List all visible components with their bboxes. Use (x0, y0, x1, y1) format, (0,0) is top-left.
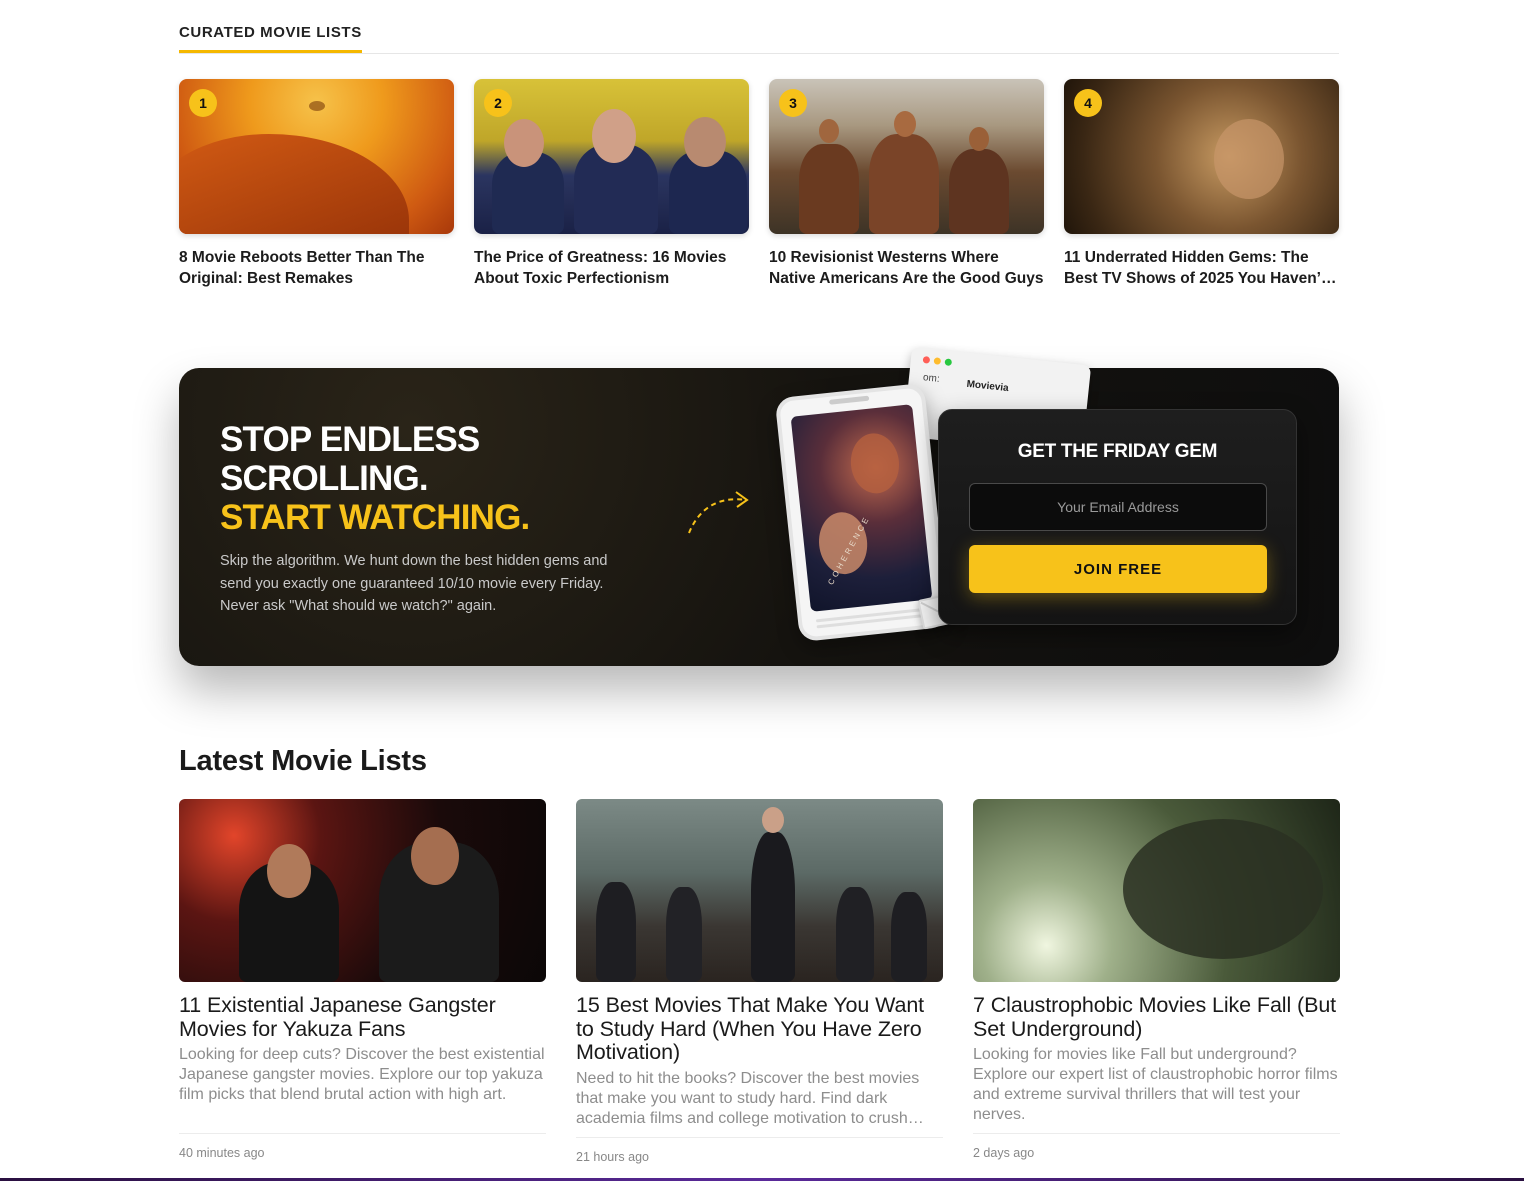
divider (576, 1136, 943, 1138)
latest-description: Need to hit the books? Discover the best… (576, 1069, 920, 1127)
curated-card-1[interactable]: 1 8 Movie Reboots Better Than The Origin… (179, 79, 454, 289)
curated-card-3[interactable]: 3 10 Revisionist Westerns Where Native A… (769, 79, 1044, 289)
latest-title[interactable]: 11 Existential Japanese Gangster Movies … (179, 993, 546, 1041)
timestamp: 40 minutes ago (179, 1146, 265, 1160)
latest-thumbnail-underwater[interactable] (973, 799, 1340, 982)
timestamp: 21 hours ago (576, 1149, 649, 1164)
curved-arrow-icon (688, 491, 749, 534)
signup-form: GET THE FRIDAY GEM JOIN FREE (938, 409, 1297, 625)
curated-title[interactable]: 11 Underrated Hidden Gems: The Best TV S… (1064, 247, 1339, 289)
latest-grid: 11 Existential Japanese Gangster Movies … (179, 799, 1340, 1164)
mail-from-label: om: (922, 372, 941, 385)
headline-line-1: STOP ENDLESS (220, 420, 480, 459)
signup-title: GET THE FRIDAY GEM (1017, 441, 1218, 462)
rank-badge: 4 (1074, 89, 1102, 117)
rank-badge: 3 (779, 89, 807, 117)
curated-section: CURATED MOVIE LISTS 1 8 Movie Reboots Be… (179, 24, 1339, 289)
latest-title[interactable]: 7 Claustrophobic Movies Like Fall (But S… (973, 993, 1340, 1041)
curated-tab: CURATED MOVIE LISTS (179, 24, 1339, 54)
curated-card-2[interactable]: 2 The Price of Greatness: 16 Movies Abou… (474, 79, 749, 289)
latest-heading: Latest Movie Lists (179, 745, 427, 777)
curated-thumbnail-western[interactable]: 3 (769, 79, 1044, 234)
latest-card-3[interactable]: 7 Claustrophobic Movies Like Fall (But S… (973, 799, 1340, 1164)
curated-thumbnail-desert[interactable]: 1 (179, 79, 454, 234)
email-field[interactable] (969, 483, 1267, 531)
curated-thumbnail-wrestlers[interactable]: 2 (474, 79, 749, 234)
headline-line-2: SCROLLING. (220, 459, 429, 498)
latest-card-2[interactable]: 15 Best Movies That Make You Want to Stu… (576, 799, 943, 1164)
movie-poster-image: COHERENCE (790, 404, 933, 612)
curated-grid: 1 8 Movie Reboots Better Than The Origin… (179, 79, 1339, 289)
curated-title[interactable]: 8 Movie Reboots Better Than The Original… (179, 247, 454, 289)
latest-title[interactable]: 15 Best Movies That Make You Want to Stu… (576, 993, 943, 1065)
rank-badge: 1 (189, 89, 217, 117)
latest-thumbnail-yakuza[interactable] (179, 799, 546, 982)
join-free-button[interactable]: JOIN FREE (969, 545, 1267, 593)
curated-title[interactable]: The Price of Greatness: 16 Movies About … (474, 247, 749, 289)
newsletter-banner: STOP ENDLESS SCROLLING. START WATCHING. … (179, 346, 1339, 666)
latest-thumbnail-classroom[interactable] (576, 799, 943, 982)
divider (179, 1133, 546, 1134)
headline-accent: START WATCHING. (220, 498, 530, 537)
newsletter-description: Skip the algorithm. We hunt down the bes… (220, 553, 608, 614)
mail-sender: Movievia (966, 378, 1010, 395)
latest-card-1[interactable]: 11 Existential Japanese Gangster Movies … (179, 799, 546, 1164)
window-controls-icon (922, 356, 953, 367)
curated-heading: CURATED MOVIE LISTS (179, 24, 362, 53)
curated-thumbnail-hidden-gem[interactable]: 4 (1064, 79, 1339, 234)
latest-description: Looking for deep cuts? Discover the best… (179, 1046, 545, 1103)
latest-description: Looking for movies like Fall but undergr… (973, 1046, 1338, 1123)
curated-card-4[interactable]: 4 11 Underrated Hidden Gems: The Best TV… (1064, 79, 1339, 289)
timestamp: 2 days ago (973, 1146, 1035, 1160)
rank-badge: 2 (484, 89, 512, 117)
divider (973, 1133, 1340, 1134)
curated-title[interactable]: 10 Revisionist Westerns Where Native Ame… (769, 247, 1044, 289)
newsletter-headline: STOP ENDLESS SCROLLING. START WATCHING. (220, 420, 530, 537)
